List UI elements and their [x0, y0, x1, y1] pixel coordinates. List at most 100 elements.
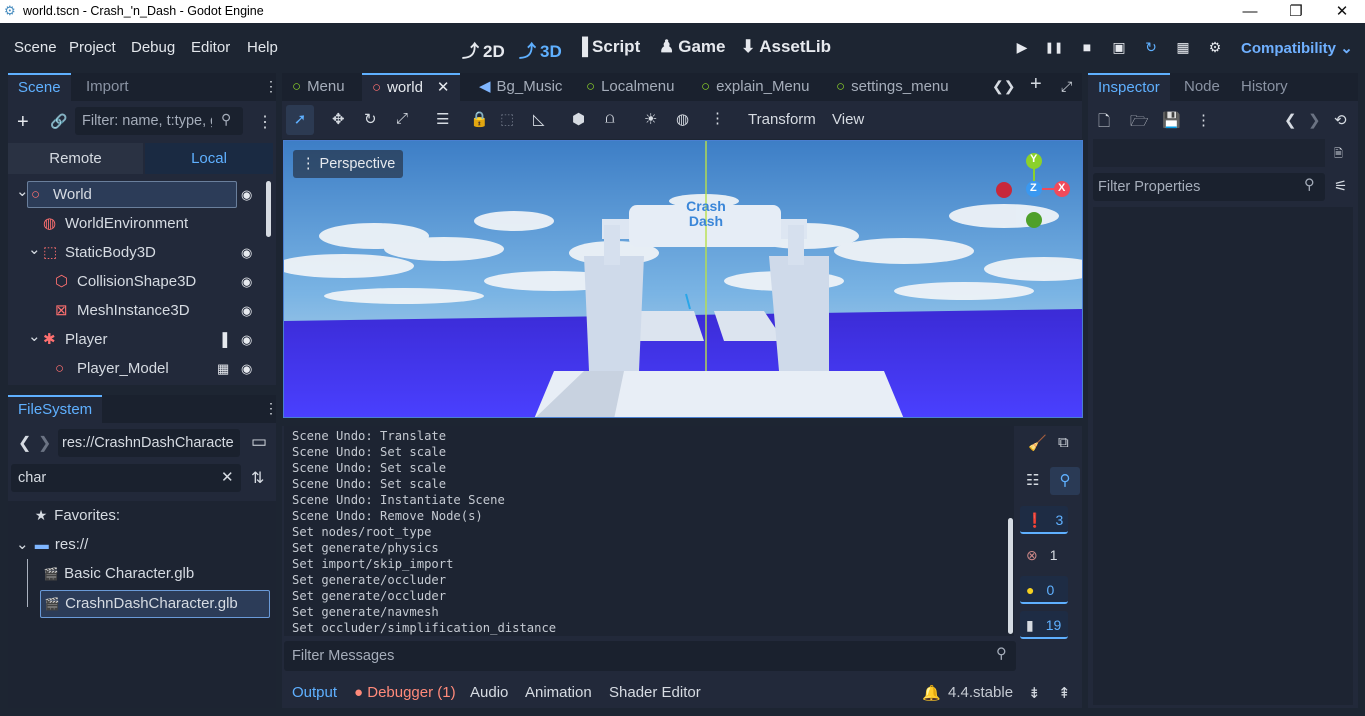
- filesystem-search-input[interactable]: char ✕: [11, 464, 241, 492]
- scene-tab[interactable]: ○ Localmenu: [576, 73, 684, 101]
- sun-icon[interactable]: ☀: [644, 110, 657, 128]
- workspace-3d[interactable]: ⤴ 3D: [519, 37, 562, 62]
- search-toggle-icon[interactable]: ⚲: [1050, 467, 1080, 495]
- transform-menu[interactable]: Transform: [748, 111, 816, 128]
- scene-tab[interactable]: ○ Menu: [282, 73, 355, 101]
- scene-tree-row[interactable]: ⌄ ✱ Player ▐ ◉: [8, 325, 268, 354]
- visibility-eye-icon[interactable]: ◉: [241, 354, 252, 383]
- clapperboard-icon[interactable]: ▦: [217, 354, 229, 383]
- close-window-button[interactable]: ✕: [1319, 0, 1365, 23]
- distraction-free-icon[interactable]: ⤢: [1061, 78, 1072, 95]
- tab-animation[interactable]: Animation: [525, 684, 592, 701]
- history-back-icon[interactable]: ❮: [1284, 111, 1297, 129]
- tab-history[interactable]: History: [1231, 73, 1298, 101]
- local-space-icon[interactable]: ⬢: [572, 110, 585, 128]
- new-scene-tab-icon[interactable]: +: [1030, 73, 1042, 96]
- remote-debug-button[interactable]: ▣: [1108, 39, 1130, 57]
- visibility-eye-icon[interactable]: ◉: [241, 267, 252, 296]
- pause-button[interactable]: ❚❚: [1043, 41, 1065, 59]
- environment-icon[interactable]: ◍: [676, 110, 689, 128]
- tab-debugger[interactable]: ● Debugger (1): [354, 684, 456, 701]
- scene-tree-row[interactable]: ◍ WorldEnvironment: [8, 209, 268, 238]
- warnings-filter[interactable]: ● 0: [1020, 576, 1068, 604]
- scene-tree-row[interactable]: ○ Player_Model ▦ ◉: [8, 354, 268, 383]
- ruler-icon[interactable]: ◺: [533, 110, 545, 128]
- more-options-icon[interactable]: ⋮: [710, 109, 725, 127]
- workspace-2d[interactable]: ⤴ 2D: [462, 37, 505, 62]
- editor-messages-filter[interactable]: ▮ 19: [1020, 611, 1068, 639]
- errors-filter[interactable]: ⊗ 1: [1020, 541, 1068, 569]
- file-item-selected[interactable]: 🎬 CrashnDashCharacter.glb: [40, 590, 270, 618]
- menu-scene[interactable]: Scene: [14, 39, 57, 56]
- lock-icon[interactable]: 🔒: [470, 110, 489, 128]
- scene-tree-row[interactable]: ⌄ ⬚ StaticBody3D ◉: [8, 238, 268, 267]
- tab-import[interactable]: Import: [76, 73, 139, 101]
- chevron-down-icon[interactable]: ⌄: [28, 235, 41, 264]
- tab-node[interactable]: Node: [1174, 73, 1230, 101]
- filter-properties-input[interactable]: Filter Properties ⚲: [1093, 173, 1325, 201]
- tab-output[interactable]: Output: [292, 684, 337, 701]
- script-icon[interactable]: ▐: [218, 325, 227, 354]
- movie-maker-button[interactable]: ⚙: [1204, 39, 1226, 57]
- copy-output-icon[interactable]: ⧉: [1058, 434, 1069, 451]
- move-tool-icon[interactable]: ✥: [332, 110, 345, 128]
- scene-filter-input[interactable]: Filter: name, t:type, g:group ⚲: [75, 107, 243, 135]
- menu-editor[interactable]: Editor: [191, 39, 230, 56]
- view-menu[interactable]: View: [832, 111, 864, 128]
- scene-tree-scrollbar[interactable]: [266, 181, 271, 237]
- doc-icon[interactable]: 🗎: [1334, 145, 1343, 164]
- open-resource-icon[interactable]: 🗁: [1130, 111, 1149, 136]
- nav-back-icon[interactable]: ❮: [18, 433, 31, 453]
- workspace-script[interactable]: ▐ Script: [576, 37, 640, 57]
- scene-tree-row[interactable]: ⬡ CollisionShape3D ◉: [8, 267, 268, 296]
- list-select-icon[interactable]: ☰: [436, 110, 449, 128]
- scene-tree-row[interactable]: ⌄ ○ World ◉: [8, 180, 268, 209]
- split-view-icon[interactable]: ▭: [251, 432, 267, 452]
- dock-menu-icon[interactable]: ⋮: [264, 400, 278, 417]
- link-icon[interactable]: 🔗: [50, 113, 67, 130]
- perspective-menu[interactable]: ⋮ Perspective: [293, 150, 404, 178]
- scale-tool-icon[interactable]: ⤢: [396, 110, 408, 127]
- chevron-down-icon[interactable]: ⌄: [16, 180, 29, 206]
- workspace-game[interactable]: ♟ Game: [659, 37, 726, 57]
- play-scene-button[interactable]: ↻: [1140, 39, 1162, 57]
- menu-help[interactable]: Help: [247, 39, 278, 56]
- visibility-eye-icon[interactable]: ◉: [241, 180, 252, 209]
- bell-icon[interactable]: 🔔: [922, 684, 941, 702]
- snap-icon[interactable]: ⩍: [605, 110, 615, 127]
- new-resource-icon[interactable]: 🗋: [1098, 111, 1110, 136]
- file-item[interactable]: 🎬 Basic Character.glb: [42, 559, 195, 588]
- log-scrollbar[interactable]: [1008, 518, 1013, 634]
- minimize-button[interactable]: —: [1227, 0, 1273, 23]
- resource-options-icon[interactable]: ⋮: [1196, 111, 1211, 129]
- clear-output-icon[interactable]: 🧹: [1028, 434, 1047, 452]
- messages-filter[interactable]: ❗ 3: [1020, 506, 1068, 534]
- clear-search-icon[interactable]: ✕: [221, 468, 234, 486]
- local-button[interactable]: Local: [145, 143, 273, 174]
- pin-icon[interactable]: ⇟: [1028, 684, 1041, 702]
- stop-button[interactable]: ■: [1076, 39, 1098, 57]
- remote-button[interactable]: Remote: [8, 143, 143, 174]
- 3d-viewport[interactable]: Crash Dash ⋮ Perspective Y Z X: [283, 140, 1083, 418]
- scene-tree-row[interactable]: ⊠ MeshInstance3D ◉: [8, 296, 268, 325]
- play-custom-scene-button[interactable]: ▦: [1172, 39, 1194, 57]
- group-icon[interactable]: ⬚: [500, 110, 514, 128]
- tab-inspector[interactable]: Inspector: [1088, 73, 1170, 101]
- save-resource-icon[interactable]: 💾: [1162, 111, 1181, 129]
- chevron-down-icon[interactable]: ⌄: [28, 322, 41, 351]
- rotate-tool-icon[interactable]: ↻: [364, 110, 377, 128]
- dock-menu-icon[interactable]: ⋮: [264, 78, 278, 95]
- scene-tab[interactable]: ○ settings_menu: [826, 73, 959, 101]
- visibility-eye-icon[interactable]: ◉: [241, 325, 252, 354]
- scene-options-icon[interactable]: ⋮: [257, 112, 273, 132]
- nav-forward-icon[interactable]: ❯: [38, 433, 51, 453]
- workspace-assetlib[interactable]: ⬇ AssetLib: [741, 37, 831, 57]
- object-history-icon[interactable]: ⟲: [1334, 111, 1347, 129]
- expand-panel-icon[interactable]: ⇞: [1058, 684, 1071, 702]
- sort-icon[interactable]: ⇅: [251, 468, 264, 488]
- history-forward-icon[interactable]: ❯: [1308, 111, 1321, 129]
- tab-filesystem[interactable]: FileSystem: [8, 395, 103, 423]
- renderer-select[interactable]: Compatibility ⌄: [1241, 39, 1353, 57]
- collapse-icon[interactable]: ☷: [1026, 471, 1039, 489]
- tab-audio[interactable]: Audio: [470, 684, 508, 701]
